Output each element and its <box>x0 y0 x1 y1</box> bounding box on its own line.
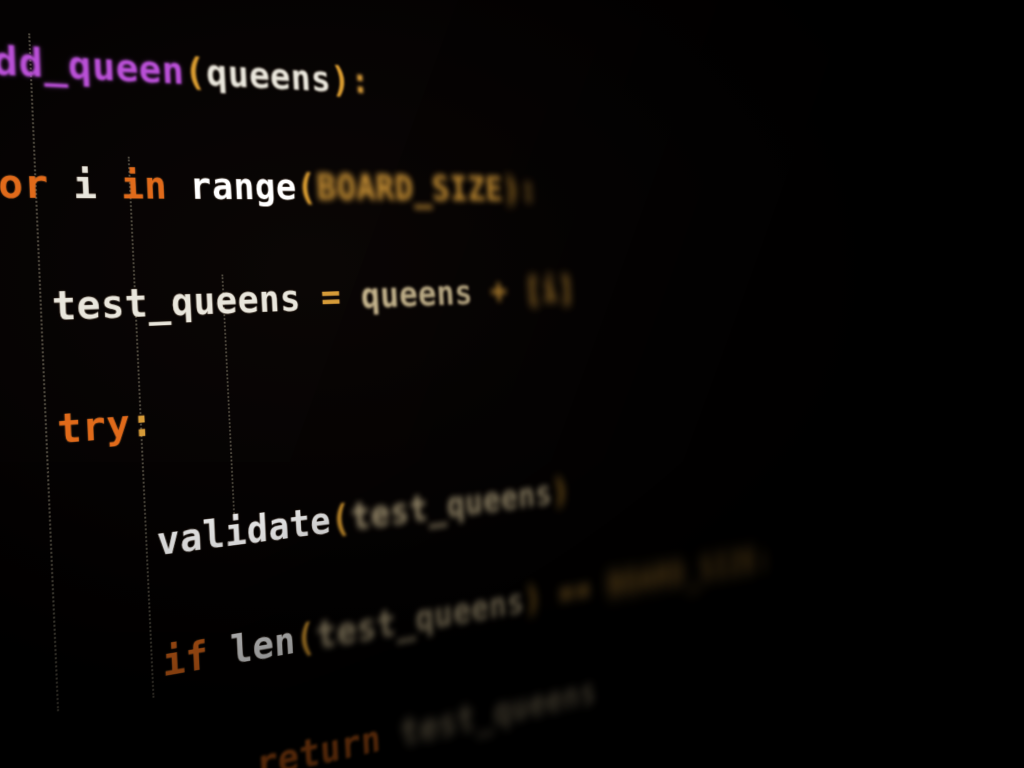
const: BOARD_SIZE <box>316 168 504 209</box>
literal: [i] <box>524 271 576 310</box>
fn-name: add_queen <box>0 37 185 93</box>
op: + <box>489 273 509 312</box>
param: queens <box>205 52 332 100</box>
fn-call: range <box>189 165 298 208</box>
kw-for: for <box>0 161 50 207</box>
fn-call: len <box>230 619 297 673</box>
op: = <box>320 277 342 318</box>
kw-return: return <box>255 718 382 768</box>
kw-if: if <box>161 633 209 686</box>
var: i <box>72 163 98 208</box>
op: == <box>557 571 592 614</box>
code-editor[interactable]: add_queen(queens): for i in range(BOARD_… <box>0 0 908 768</box>
kw-try: try <box>56 402 131 453</box>
var: queens <box>360 274 474 317</box>
screen-photo: add_queen(queens): for i in range(BOARD_… <box>0 0 1024 768</box>
var: test_queens <box>51 278 302 330</box>
kw-in: in <box>120 164 168 208</box>
